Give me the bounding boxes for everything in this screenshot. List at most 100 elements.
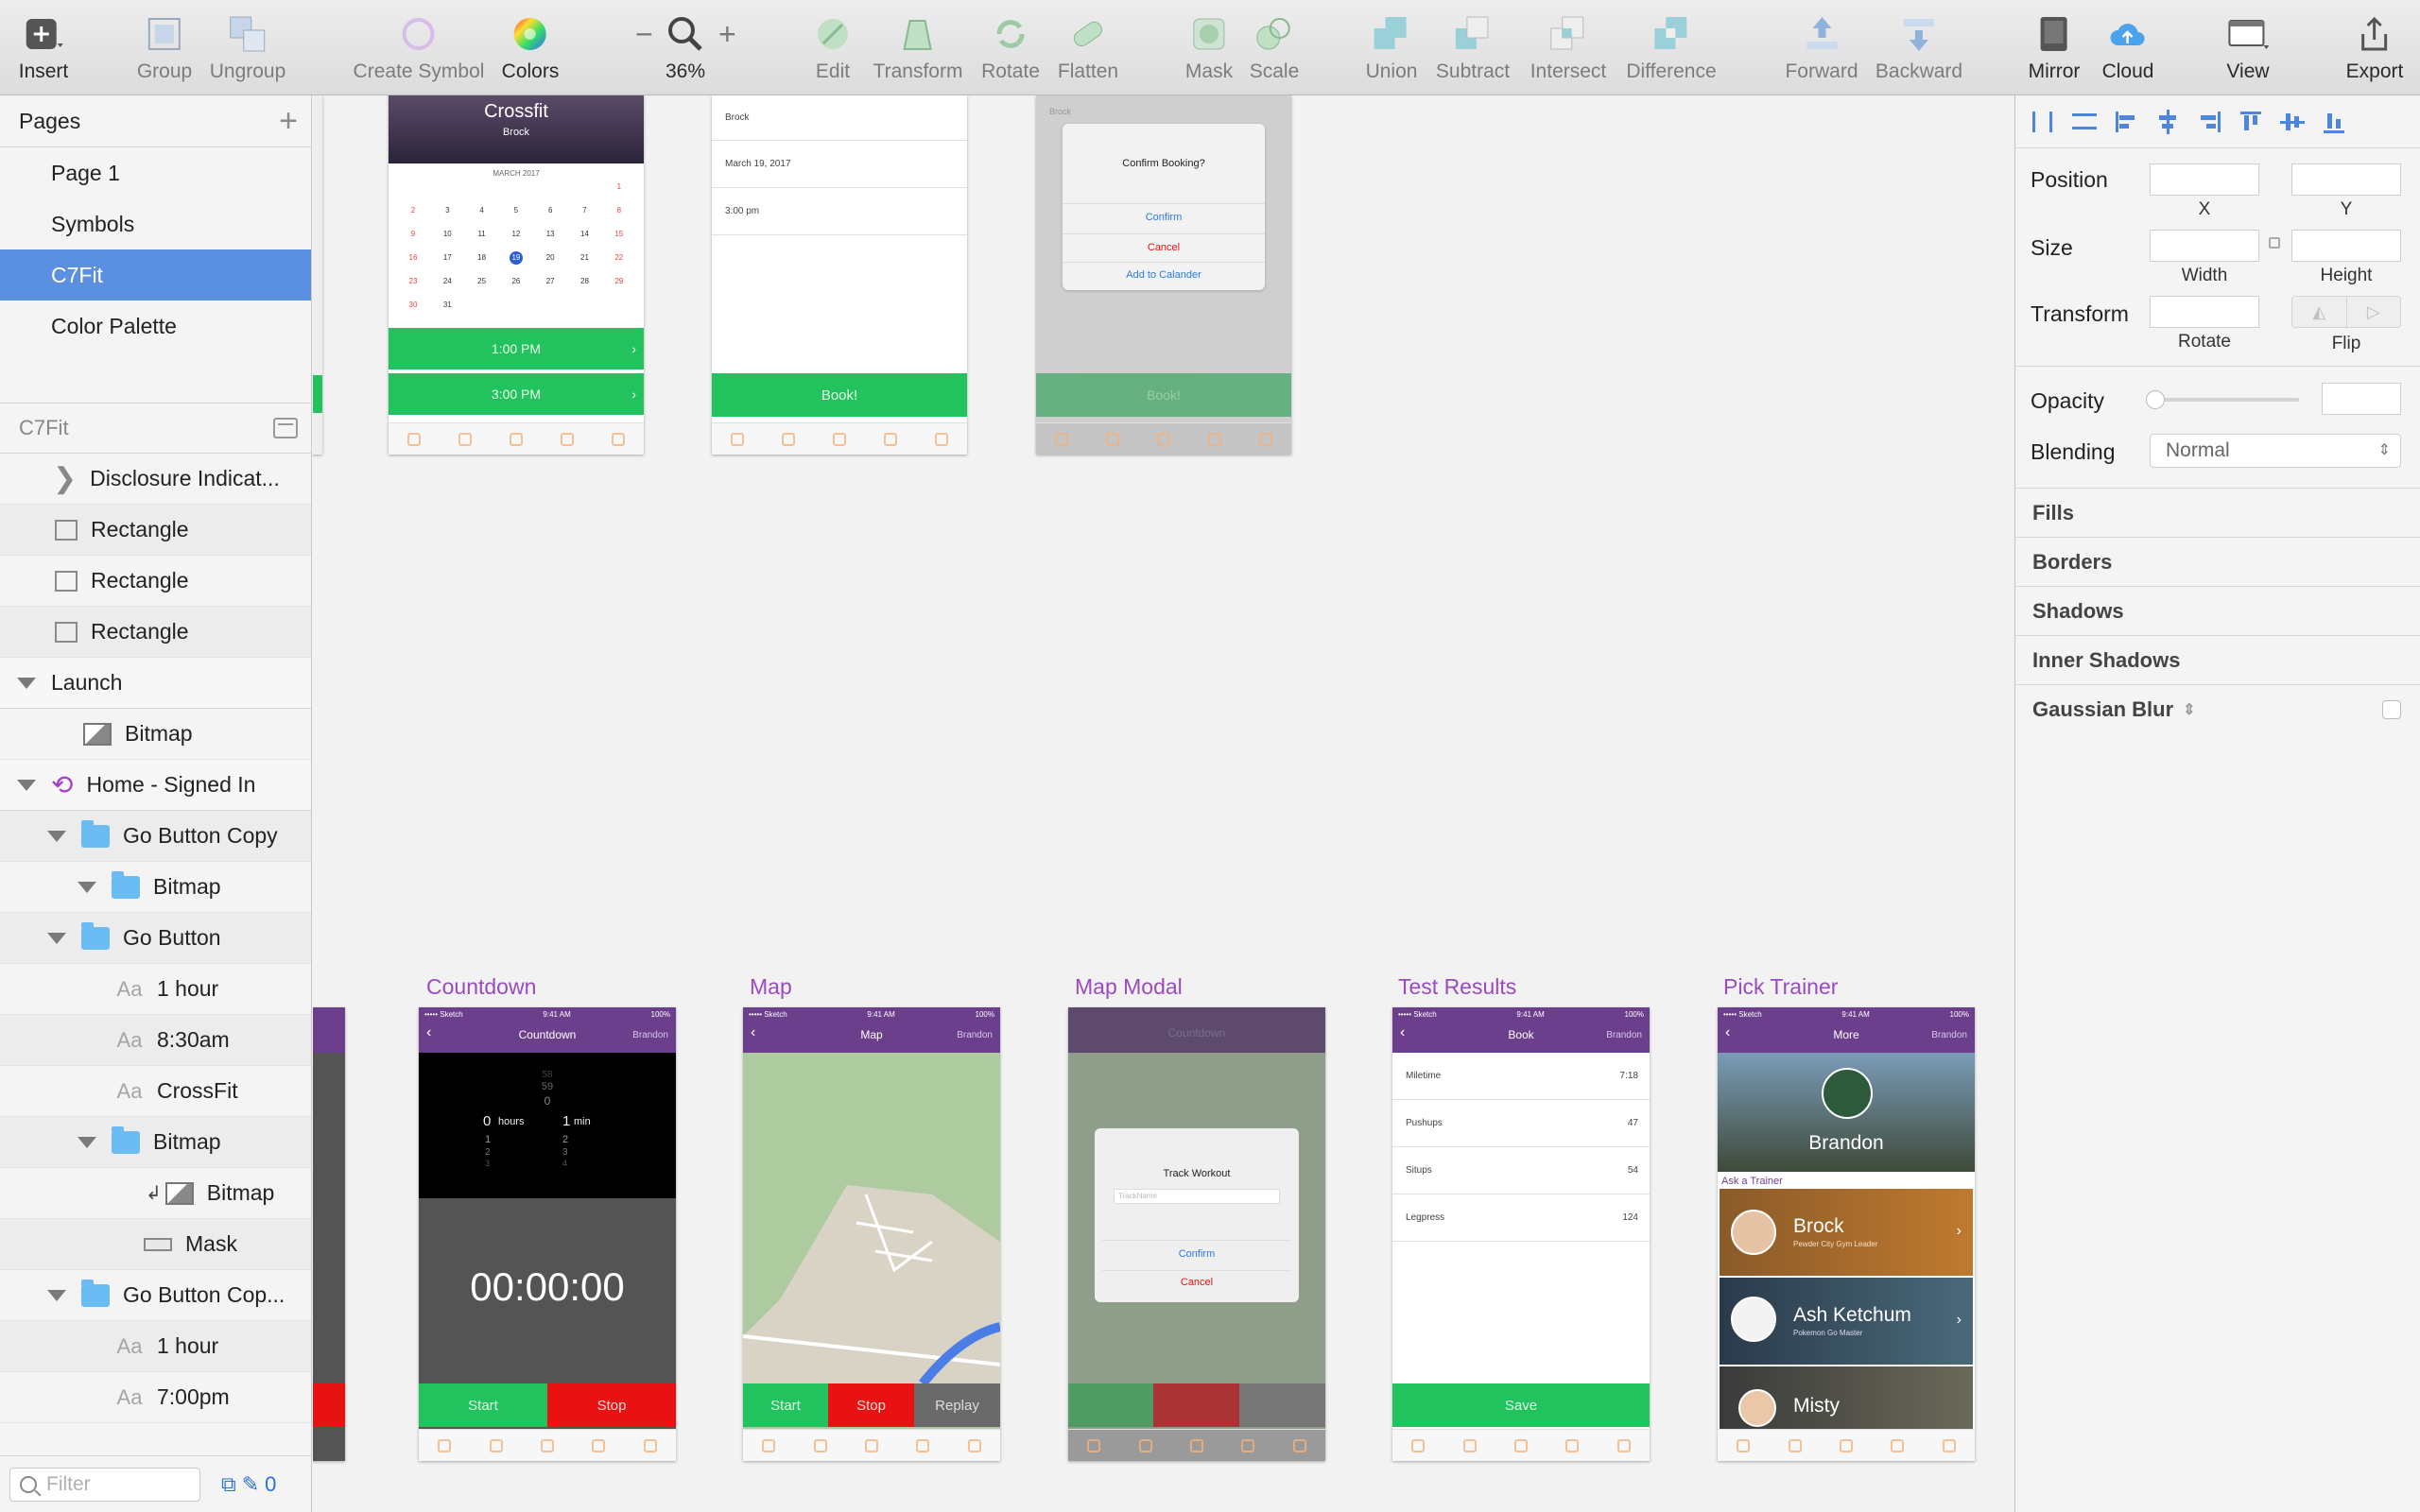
layer-bitmap[interactable]: Bitmap [0,709,311,760]
add-page-icon[interactable]: + [279,105,298,137]
zoom-in-button[interactable]: + [718,17,736,52]
calendar-day[interactable]: 18 [465,251,499,265]
more-tab-icon[interactable] [967,1438,981,1452]
map-view[interactable] [743,1053,1000,1383]
rotate-input[interactable] [2150,296,2259,328]
calendar-day[interactable]: 27 [533,275,567,288]
edit-button[interactable]: Edit [812,13,854,83]
layer-bitmap-group[interactable]: Bitmap [0,1117,311,1168]
trainer-tab-icon[interactable] [458,432,472,446]
page-item-page-1[interactable]: Page 1 [0,147,311,198]
artboard-title-test-results[interactable]: Test Results [1398,974,1516,1000]
view-button[interactable]: View [2226,13,2270,83]
more-tab-icon[interactable] [1616,1438,1631,1452]
classes-tab-icon[interactable] [510,432,523,446]
backward-button[interactable]: Backward [1876,13,1962,83]
calendar-day[interactable]: 24 [430,275,464,288]
activity-tab-icon[interactable] [1565,1438,1580,1452]
calendar-day[interactable]: 5 [499,204,533,217]
artboard-countdown[interactable]: ••••• Sketch 9:41 AM 100% ‹ Countdown Bran… [419,1007,676,1461]
layer-go-button[interactable]: Go Button [0,913,311,964]
layer-rectangle[interactable]: Rectangle [0,505,311,556]
opacity-slider[interactable] [2146,390,2299,409]
group-button[interactable]: Group [137,13,192,83]
calendar-day[interactable]: 17 [430,251,464,265]
more-tab-icon[interactable] [643,1438,657,1452]
flatten-button[interactable]: Flatten [1058,13,1118,83]
calendar-day[interactable]: 10 [430,228,464,241]
calendar-day[interactable]: 9 [396,228,430,241]
artboard-confirm-booking[interactable]: Brock Confirm Booking? Confirm Cancel Ad… [1036,95,1291,455]
home-tab-icon[interactable] [438,1438,452,1452]
layer-home-signed-in[interactable]: ⟲ Home - Signed In [0,760,311,811]
layer-go-button-copy[interactable]: Go Button Copy [0,811,311,862]
align-middle-icon[interactable] [2278,108,2307,136]
home-tab-icon[interactable] [731,432,744,446]
y-position-input[interactable] [2291,163,2401,196]
colors-button[interactable]: Colors [502,13,559,83]
artboard-map[interactable]: ••••• Sketch 9:41 AM 100% ‹ Map Brandon St… [743,1007,1000,1461]
calendar-day[interactable]: 22 [602,251,636,265]
time-slot-button[interactable]: 3:00 PM › [389,373,644,415]
trainer-card[interactable]: Brock Pewder City Gym Leader › [1720,1189,1973,1276]
artboard-map-modal[interactable]: Countdown Track Workout TrackName Confir… [1068,1007,1325,1461]
calendar-day[interactable]: 30 [396,299,430,312]
align-left-icon[interactable] [2112,108,2140,136]
calendar-day[interactable]: 12 [499,228,533,241]
mask-button[interactable]: Mask [1185,13,1233,83]
distribute-horizontal-icon[interactable] [2029,108,2057,136]
more-tab-icon[interactable] [612,432,625,446]
calendar-day[interactable]: 28 [568,275,602,288]
insert-button[interactable]: Insert [19,13,68,83]
activity-tab-icon[interactable] [592,1438,606,1452]
height-input[interactable] [2291,230,2401,262]
borders-section[interactable]: Borders [2015,537,2420,586]
book-button[interactable]: Book! [712,373,967,417]
classes-tab-icon[interactable] [864,1438,878,1452]
disclosure-triangle-icon[interactable] [47,932,66,944]
classes-tab-icon[interactable] [1839,1438,1853,1452]
page-item-c7fit[interactable]: C7Fit [0,249,311,301]
gaussian-blur-checkbox[interactable] [2382,700,2401,719]
calendar-day[interactable]: 31 [430,299,464,312]
artboard-title-pick-trainer[interactable]: Pick Trainer [1723,974,1838,1000]
start-button[interactable]: Start [743,1383,828,1427]
trainer-tab-icon[interactable] [1462,1438,1477,1452]
confirm-button[interactable]: Confirm [1063,203,1265,223]
artboard-title-map[interactable]: Map [750,974,792,1000]
cancel-button[interactable]: Cancel [1063,233,1265,253]
calendar-day[interactable]: 11 [465,228,499,241]
calendar-day[interactable]: 3 [430,204,464,217]
subtract-button[interactable]: Subtract [1436,13,1510,83]
canvas[interactable]: Crossfit Brock MARCH 2017 1 2 3 4 5 6 7 8 9 10 11 1… [313,95,2014,1512]
layer-disclosure-indicator[interactable]: ❯ Disclosure Indicat... [0,454,311,505]
calendar-day[interactable]: 6 [533,204,567,217]
gaussian-blur-section[interactable]: Gaussian Blur ⇕ [2015,684,2420,733]
layer-text-1-hour[interactable]: Aa 1 hour [0,1321,311,1372]
more-tab-icon[interactable] [935,432,948,446]
layer-rectangle[interactable]: Rectangle [0,607,311,658]
page-item-color-palette[interactable]: Color Palette [0,301,311,352]
distribute-vertical-icon[interactable] [2070,108,2099,136]
artboard-booking[interactable]: Brock March 19, 2017 3:00 pm Book! [712,95,967,455]
collapse-layers-icon[interactable] [273,418,298,438]
forward-button[interactable]: Forward [1785,13,1858,83]
calendar-day[interactable]: 25 [465,275,499,288]
trainer-card[interactable]: Ash Ketchum Pokemon Go Master › [1720,1278,1973,1365]
layer-bitmap[interactable]: ↲ Bitmap [0,1168,311,1219]
classes-tab-icon[interactable] [1513,1438,1528,1452]
scale-button[interactable]: Scale [1250,13,1299,83]
flip-vertical-icon[interactable]: ▷ [2347,297,2401,327]
activity-tab-icon[interactable] [561,432,574,446]
align-right-icon[interactable] [2195,108,2223,136]
activity-tab-icon[interactable] [1891,1438,1905,1452]
home-tab-icon[interactable] [1737,1438,1751,1452]
trainer-tab-icon[interactable] [813,1438,827,1452]
classes-tab-icon[interactable] [833,432,846,446]
flip-control[interactable]: ◭ ▷ [2291,296,2401,328]
layer-launch[interactable]: Launch [0,658,311,709]
union-button[interactable]: Union [1366,13,1417,83]
trainer-tab-icon[interactable] [489,1438,503,1452]
stop-button[interactable]: Stop [547,1383,676,1427]
cloud-button[interactable]: Cloud [2102,13,2153,83]
